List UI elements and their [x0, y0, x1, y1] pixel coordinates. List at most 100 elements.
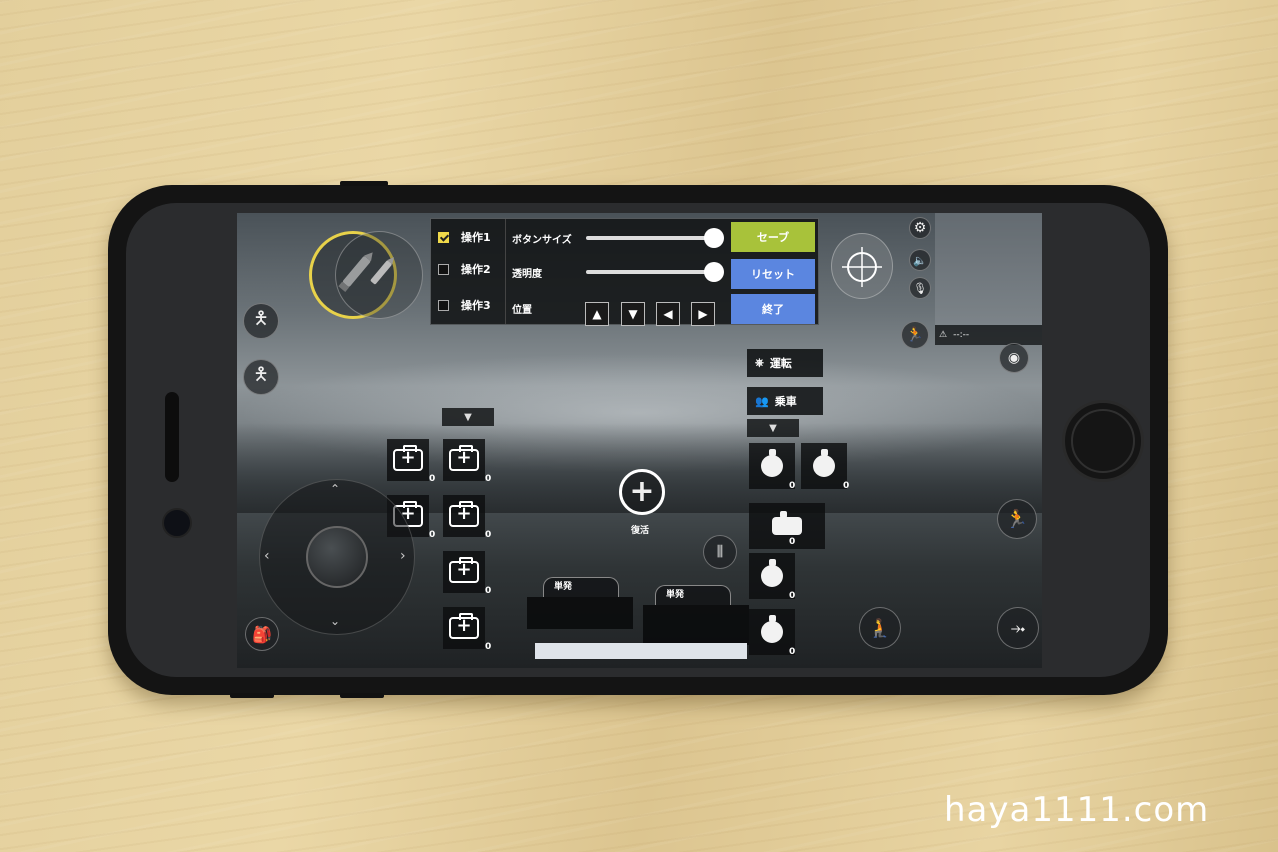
plus-icon: +: [629, 474, 655, 509]
fire-mode-left-label: 単発: [554, 582, 573, 592]
option-3-checkbox[interactable]: [438, 299, 449, 311]
option-3-label: 操作3: [461, 299, 491, 312]
volume-up-button: [230, 693, 274, 698]
front-camera: [162, 508, 192, 538]
medkit-slot[interactable]: [443, 607, 485, 649]
bullets-icon: ⫼: [716, 544, 724, 560]
fire-button-left[interactable]: [527, 597, 633, 629]
move-left-button[interactable]: ◀: [656, 302, 680, 326]
grenade-count: 0: [789, 481, 796, 491]
medkit-icon: [393, 445, 423, 471]
heal-list-toggle[interactable]: ▼: [442, 408, 494, 426]
medkit-slot[interactable]: [443, 551, 485, 593]
stun-grenade-icon: [761, 559, 783, 587]
fire-mode-left[interactable]: 単発: [543, 577, 619, 597]
crouch-button[interactable]: 🧎: [859, 607, 901, 649]
lean-left-icon: 🯅: [253, 308, 269, 329]
medkit-icon: [449, 445, 479, 471]
volume-down-button: [340, 693, 384, 698]
home-button[interactable]: [1062, 400, 1144, 482]
scope-button[interactable]: [831, 233, 893, 299]
minimap[interactable]: [935, 213, 1042, 325]
medkit-slot[interactable]: [443, 439, 485, 481]
settings-button[interactable]: ⚙: [909, 217, 931, 239]
eye-icon: ◉: [1007, 350, 1021, 366]
revive-label: 復活: [631, 526, 650, 536]
option-row-2[interactable]: 操作2: [438, 257, 491, 281]
prone-icon: ⤞: [1010, 617, 1026, 639]
crouch-icon: 🧎: [868, 617, 892, 639]
arrow-down-icon: ▼: [628, 307, 638, 321]
medkit-count: 0: [485, 642, 492, 652]
button-size-slider-knob[interactable]: [704, 228, 724, 248]
button-size-slider[interactable]: [586, 228, 724, 248]
medkit-icon: [449, 613, 479, 639]
medkit-count: 0: [485, 530, 492, 540]
ride-button[interactable]: 👥 乗車: [747, 387, 823, 415]
revive-button[interactable]: +: [619, 469, 665, 515]
microphone-icon: 🎙: [913, 281, 927, 295]
prone-button[interactable]: ⤞: [997, 607, 1039, 649]
option-1-checkbox[interactable]: [438, 231, 449, 243]
chevron-down-icon: ⌄: [330, 614, 341, 628]
microphone-button[interactable]: 🎙: [909, 277, 931, 299]
grenade-list-toggle[interactable]: ▼: [747, 419, 799, 437]
backpack-button[interactable]: 🎒: [245, 617, 279, 651]
sprint-button[interactable]: 🏃: [901, 321, 929, 349]
movement-joystick[interactable]: ⌃ ⌄ ‹ ›: [259, 479, 415, 635]
medkit-count: 0: [485, 586, 492, 596]
medkit-slot[interactable]: [387, 439, 429, 481]
option-2-label: 操作2: [461, 263, 491, 276]
arrow-left-icon: ◀: [663, 307, 673, 321]
frag-grenade-icon: [761, 449, 783, 477]
warning-icon: ⚠: [939, 330, 948, 340]
move-right-button[interactable]: ▶: [691, 302, 715, 326]
fire-mode-right[interactable]: 単発: [655, 585, 731, 605]
opacity-slider[interactable]: [586, 262, 724, 282]
lean-right-button[interactable]: 🯅: [243, 359, 279, 395]
chevron-up-icon: ⌃: [330, 482, 341, 496]
move-down-button[interactable]: ▼: [621, 302, 645, 326]
joystick-thumb[interactable]: [306, 526, 368, 588]
option-row-1[interactable]: 操作1: [438, 225, 491, 249]
option-2-checkbox[interactable]: [438, 263, 449, 275]
drive-button[interactable]: ⎈ 運転: [747, 349, 823, 377]
move-up-button[interactable]: ▲: [585, 302, 609, 326]
steering-wheel-icon: ⎈: [755, 356, 764, 369]
jump-button[interactable]: 🏃: [997, 499, 1037, 539]
backpack-icon: 🎒: [252, 624, 272, 644]
earpiece-speaker: [165, 392, 179, 482]
arrow-up-icon: ▲: [592, 307, 602, 321]
exit-button[interactable]: 終了: [731, 294, 815, 324]
grenade-count: 0: [789, 647, 796, 657]
game-screen: 🯅 🯅 操作1 操作2 操作3 ボタンサイズ 透明度 位置 ▲ ▼ ◀ ▶ セー…: [237, 213, 1042, 668]
medkit-slot[interactable]: [443, 495, 485, 537]
passengers-icon: 👥: [755, 394, 769, 408]
fire-button-right[interactable]: [643, 605, 749, 645]
option-row-3[interactable]: 操作3: [438, 293, 491, 317]
free-look-button[interactable]: ◉: [999, 343, 1029, 373]
speaker-icon: 🔈: [913, 253, 927, 267]
chevron-left-icon: ‹: [264, 548, 270, 564]
running-man-icon: 🏃: [906, 327, 924, 343]
reset-button[interactable]: リセット: [731, 259, 815, 289]
opacity-label: 透明度: [512, 269, 542, 280]
health-bar: [535, 643, 747, 659]
smoke-grenade-icon: [813, 449, 835, 477]
chevron-down-icon: ▼: [769, 422, 777, 434]
medkit-count: 0: [429, 530, 436, 540]
lean-left-button[interactable]: 🯅: [243, 303, 279, 339]
reload-button[interactable]: ⫼: [703, 535, 737, 569]
status-bar: ⚠ --:--: [935, 325, 1042, 345]
grenade-slot[interactable]: [801, 443, 847, 489]
opacity-slider-knob[interactable]: [704, 262, 724, 282]
control-settings-panel: 操作1 操作2 操作3 ボタンサイズ 透明度 位置 ▲ ▼ ◀ ▶ セーブ リセ…: [430, 218, 819, 326]
gear-icon: ⚙: [913, 220, 927, 236]
position-label: 位置: [512, 305, 532, 316]
melee-slot[interactable]: [749, 503, 825, 549]
speaker-button[interactable]: 🔈: [909, 249, 931, 271]
bullet-icon: [370, 257, 394, 285]
molotov-icon: [761, 615, 783, 643]
weapon-slot-secondary[interactable]: [335, 231, 423, 319]
save-button[interactable]: セーブ: [731, 222, 815, 252]
